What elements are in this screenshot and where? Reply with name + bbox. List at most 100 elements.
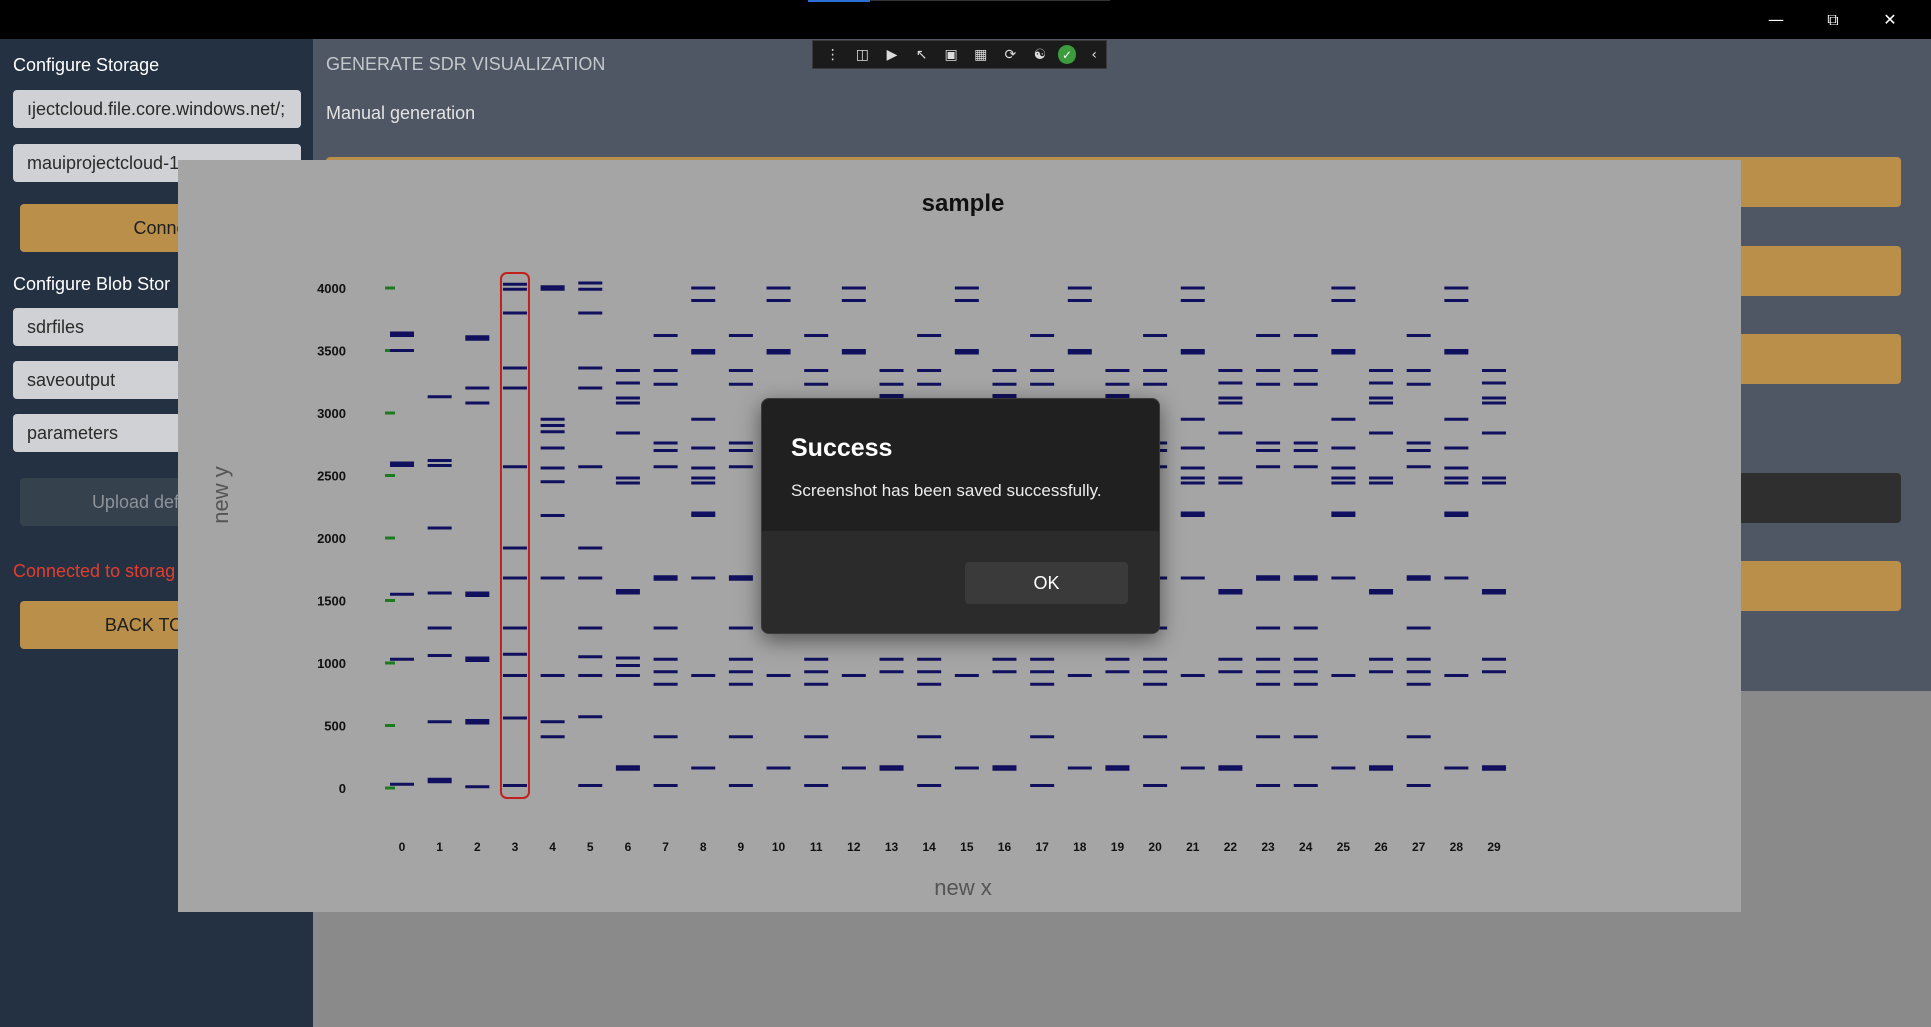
minimize-icon[interactable]: —	[1748, 0, 1804, 39]
x-tick-label: 7	[662, 840, 669, 854]
data-point-dash	[691, 511, 716, 515]
data-point-dash	[1180, 476, 1205, 480]
x-tick-label: 1	[436, 840, 443, 854]
track-focus-icon[interactable]: ▦	[969, 45, 993, 65]
data-point-dash	[917, 784, 942, 787]
data-point-dash	[502, 465, 527, 469]
y-tick-label: 3000	[317, 406, 346, 421]
x-tick-label: 24	[1299, 840, 1313, 854]
data-point-dash	[1369, 481, 1394, 485]
data-point-dash	[653, 657, 678, 661]
data-point-dash	[1406, 369, 1431, 372]
data-point-dash	[653, 369, 678, 372]
data-point-dash	[917, 334, 942, 337]
data-point-dash	[502, 784, 527, 787]
data-point-dash	[1406, 784, 1431, 787]
close-icon[interactable]: ✕	[1862, 0, 1918, 39]
data-point-dash	[1105, 394, 1130, 397]
data-point-dash	[578, 655, 603, 659]
hot-reload-icon[interactable]: ⟳	[999, 45, 1023, 65]
collapse-chevron-icon[interactable]: ‹	[1082, 45, 1106, 65]
x-tick-label: 14	[922, 840, 936, 854]
y-tick-label: 3500	[317, 344, 346, 359]
data-point-dash	[1444, 674, 1469, 677]
data-point-dash	[1482, 381, 1506, 385]
data-point-dash	[992, 382, 1017, 386]
data-point-dash	[766, 349, 791, 352]
data-point-dash	[1256, 449, 1281, 452]
data-point-dash	[578, 465, 603, 469]
success-dialog: Success Screenshot has been saved succes…	[761, 398, 1160, 634]
y-tick-label: 1500	[317, 594, 346, 609]
data-point-dash	[691, 446, 716, 450]
x-tick-label: 5	[587, 840, 594, 854]
data-point-dash	[879, 765, 904, 769]
data-point-dash	[1482, 657, 1506, 661]
data-point-dash	[1030, 735, 1055, 739]
data-point-dash	[1180, 511, 1205, 515]
data-point-dash	[615, 369, 640, 372]
data-point-dash	[766, 286, 791, 290]
data-point-dash	[1180, 481, 1205, 485]
data-point-dash	[1369, 381, 1394, 385]
data-point-dash	[385, 474, 395, 477]
x-tick-label: 19	[1111, 840, 1125, 854]
data-point-dash	[427, 591, 452, 595]
data-point-dash	[1067, 674, 1092, 677]
data-point-dash	[1293, 657, 1318, 661]
data-point-dash	[615, 401, 640, 405]
video-icon[interactable]: ▶	[880, 45, 904, 65]
data-point-dash	[615, 664, 640, 667]
data-point-dash	[1369, 765, 1394, 769]
data-point-dash	[1444, 576, 1469, 580]
data-point-dash	[917, 670, 942, 674]
ok-button[interactable]: OK	[965, 562, 1128, 604]
x-tick-label: 13	[885, 840, 899, 854]
data-point-dash	[465, 386, 490, 390]
title-accent-line-2	[870, 0, 1110, 1]
data-point-dash	[427, 526, 452, 530]
data-point-dash	[1444, 299, 1469, 302]
data-point-dash	[728, 465, 753, 469]
data-point-dash	[578, 311, 603, 315]
data-point-dash	[653, 735, 678, 739]
storage-account-input[interactable]: ıjectcloud.file.core.windows.net/;	[13, 90, 301, 128]
data-point-dash	[1030, 369, 1055, 372]
data-point-dash	[841, 286, 866, 290]
data-point-dash	[578, 784, 603, 787]
data-point-dash	[841, 299, 866, 302]
data-point-dash	[728, 670, 753, 674]
data-point-dash	[1067, 286, 1092, 290]
live-visual-tree-icon[interactable]: ◫	[851, 45, 875, 65]
data-point-dash	[691, 417, 716, 421]
data-point-dash	[879, 382, 904, 386]
display-layout-adorners-icon[interactable]: ▣	[939, 45, 963, 65]
data-point-dash	[502, 282, 527, 286]
storage-heading: Configure Storage	[13, 55, 160, 75]
data-point-dash	[804, 657, 829, 661]
x-tick-label: 10	[772, 840, 786, 854]
binding-success-icon[interactable]: ✓	[1057, 45, 1077, 64]
data-point-dash	[691, 476, 716, 480]
accessibility-icon[interactable]: ☯	[1028, 45, 1052, 65]
data-point-dash	[465, 401, 490, 405]
data-point-dash	[653, 682, 678, 686]
data-point-dash	[1406, 465, 1431, 469]
data-point-dash	[1067, 766, 1092, 770]
data-point-dash	[540, 417, 565, 421]
data-point-dash	[691, 286, 716, 290]
data-point-dash	[917, 369, 942, 372]
gripper-icon[interactable]: ⋮	[821, 45, 845, 65]
data-point-dash	[1482, 396, 1506, 400]
data-point-dash	[615, 431, 640, 435]
data-point-dash	[804, 784, 829, 787]
data-point-dash	[917, 682, 942, 686]
data-point-dash	[1105, 657, 1130, 661]
data-point-dash	[879, 657, 904, 661]
select-element-icon[interactable]: ↖	[910, 45, 934, 65]
x-tick-label: 6	[625, 840, 632, 854]
data-point-dash	[1030, 657, 1055, 661]
data-point-dash	[728, 369, 753, 372]
data-point-dash	[1293, 735, 1318, 739]
restore-icon[interactable]: ⧉	[1805, 0, 1861, 39]
